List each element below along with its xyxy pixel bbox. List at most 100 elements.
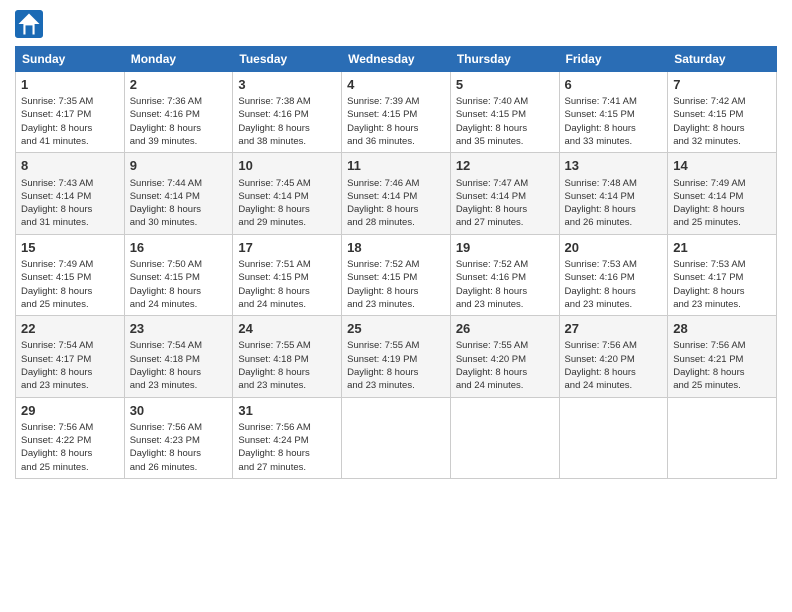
day-info-line: Sunrise: 7:54 AM xyxy=(130,339,228,352)
day-info-line: and 25 minutes. xyxy=(21,461,119,474)
week-row-1: 1Sunrise: 7:35 AMSunset: 4:17 PMDaylight… xyxy=(16,72,777,153)
logo xyxy=(15,10,47,38)
day-number: 9 xyxy=(130,157,228,175)
calendar-cell: 18Sunrise: 7:52 AMSunset: 4:15 PMDayligh… xyxy=(342,234,451,315)
header-day-friday: Friday xyxy=(559,47,668,72)
day-info-line: Sunset: 4:24 PM xyxy=(238,434,336,447)
day-info-line: Sunrise: 7:50 AM xyxy=(130,258,228,271)
day-number: 18 xyxy=(347,239,445,257)
day-number: 29 xyxy=(21,402,119,420)
page-container: SundayMondayTuesdayWednesdayThursdayFrid… xyxy=(0,0,792,489)
day-info-line: and 23 minutes. xyxy=(673,298,771,311)
day-info-line: Sunrise: 7:55 AM xyxy=(347,339,445,352)
calendar-cell: 22Sunrise: 7:54 AMSunset: 4:17 PMDayligh… xyxy=(16,316,125,397)
day-number: 12 xyxy=(456,157,554,175)
calendar-cell: 23Sunrise: 7:54 AMSunset: 4:18 PMDayligh… xyxy=(124,316,233,397)
day-info-line: Sunset: 4:15 PM xyxy=(21,271,119,284)
day-number: 4 xyxy=(347,76,445,94)
day-info-line: Daylight: 8 hours xyxy=(21,366,119,379)
day-number: 24 xyxy=(238,320,336,338)
day-number: 26 xyxy=(456,320,554,338)
day-info-line: Daylight: 8 hours xyxy=(130,122,228,135)
day-info-line: Sunset: 4:18 PM xyxy=(130,353,228,366)
day-info-line: Daylight: 8 hours xyxy=(347,366,445,379)
day-info-line: Daylight: 8 hours xyxy=(347,203,445,216)
day-info-line: Daylight: 8 hours xyxy=(673,366,771,379)
day-number: 31 xyxy=(238,402,336,420)
day-info-line: and 23 minutes. xyxy=(565,298,663,311)
day-info-line: Sunrise: 7:53 AM xyxy=(673,258,771,271)
day-info-line: Sunrise: 7:46 AM xyxy=(347,177,445,190)
calendar-cell: 19Sunrise: 7:52 AMSunset: 4:16 PMDayligh… xyxy=(450,234,559,315)
week-row-3: 15Sunrise: 7:49 AMSunset: 4:15 PMDayligh… xyxy=(16,234,777,315)
day-info-line: Daylight: 8 hours xyxy=(565,366,663,379)
day-info-line: and 23 minutes. xyxy=(21,379,119,392)
day-number: 25 xyxy=(347,320,445,338)
day-info-line: Sunset: 4:22 PM xyxy=(21,434,119,447)
week-row-2: 8Sunrise: 7:43 AMSunset: 4:14 PMDaylight… xyxy=(16,153,777,234)
day-info-line: Daylight: 8 hours xyxy=(347,285,445,298)
calendar-cell: 28Sunrise: 7:56 AMSunset: 4:21 PMDayligh… xyxy=(668,316,777,397)
day-info-line: Daylight: 8 hours xyxy=(21,203,119,216)
day-info-line: and 30 minutes. xyxy=(130,216,228,229)
header-day-monday: Monday xyxy=(124,47,233,72)
day-info-line: Sunset: 4:14 PM xyxy=(565,190,663,203)
day-info-line: Daylight: 8 hours xyxy=(565,122,663,135)
day-info-line: Sunrise: 7:49 AM xyxy=(21,258,119,271)
header-day-thursday: Thursday xyxy=(450,47,559,72)
day-info-line: and 23 minutes. xyxy=(347,379,445,392)
day-info-line: Sunrise: 7:56 AM xyxy=(238,421,336,434)
calendar-table: SundayMondayTuesdayWednesdayThursdayFrid… xyxy=(15,46,777,479)
day-number: 8 xyxy=(21,157,119,175)
header-day-tuesday: Tuesday xyxy=(233,47,342,72)
day-number: 16 xyxy=(130,239,228,257)
day-info-line: Sunset: 4:14 PM xyxy=(347,190,445,203)
calendar-cell: 6Sunrise: 7:41 AMSunset: 4:15 PMDaylight… xyxy=(559,72,668,153)
day-info-line: Daylight: 8 hours xyxy=(238,285,336,298)
day-info-line: Sunrise: 7:56 AM xyxy=(130,421,228,434)
calendar-cell xyxy=(668,397,777,478)
day-number: 17 xyxy=(238,239,336,257)
day-info-line: Sunset: 4:15 PM xyxy=(456,108,554,121)
calendar-cell: 8Sunrise: 7:43 AMSunset: 4:14 PMDaylight… xyxy=(16,153,125,234)
day-info-line: Sunrise: 7:39 AM xyxy=(347,95,445,108)
header-day-saturday: Saturday xyxy=(668,47,777,72)
day-info-line: Daylight: 8 hours xyxy=(456,203,554,216)
calendar-cell: 11 Sunrise: 7:46 AMSunset: 4:14 PMDayligh… xyxy=(342,153,451,234)
header-day-wednesday: Wednesday xyxy=(342,47,451,72)
day-info-line: Sunset: 4:15 PM xyxy=(347,108,445,121)
day-number: 21 xyxy=(673,239,771,257)
day-number: 28 xyxy=(673,320,771,338)
day-info-line: and 23 minutes. xyxy=(238,379,336,392)
day-info-line: Sunset: 4:23 PM xyxy=(130,434,228,447)
day-info-line: and 41 minutes. xyxy=(21,135,119,148)
day-info-line: Sunset: 4:16 PM xyxy=(565,271,663,284)
day-info-line: Sunset: 4:15 PM xyxy=(130,271,228,284)
day-info-line: and 32 minutes. xyxy=(673,135,771,148)
day-info-line: Daylight: 8 hours xyxy=(21,122,119,135)
day-info-line: Sunrise: 7:36 AM xyxy=(130,95,228,108)
day-info-line: and 23 minutes. xyxy=(347,298,445,311)
logo-icon xyxy=(15,10,43,38)
day-info-line: Sunset: 4:21 PM xyxy=(673,353,771,366)
day-info-line: Sunset: 4:15 PM xyxy=(565,108,663,121)
day-info-line: Sunset: 4:17 PM xyxy=(21,353,119,366)
day-info-line: and 25 minutes. xyxy=(673,379,771,392)
day-info-line: and 27 minutes. xyxy=(238,461,336,474)
day-info-line: and 24 minutes. xyxy=(130,298,228,311)
day-info-line: Sunset: 4:14 PM xyxy=(238,190,336,203)
day-number: 11 xyxy=(347,157,445,175)
day-info-line: Sunset: 4:17 PM xyxy=(21,108,119,121)
day-info-line: Sunset: 4:17 PM xyxy=(673,271,771,284)
day-info-line: Daylight: 8 hours xyxy=(565,203,663,216)
day-info-line: Sunset: 4:20 PM xyxy=(456,353,554,366)
calendar-cell: 20Sunrise: 7:53 AMSunset: 4:16 PMDayligh… xyxy=(559,234,668,315)
day-info-line: Daylight: 8 hours xyxy=(238,203,336,216)
day-number: 14 xyxy=(673,157,771,175)
day-info-line: Sunset: 4:15 PM xyxy=(673,108,771,121)
day-info-line: Sunrise: 7:56 AM xyxy=(673,339,771,352)
calendar-cell: 31Sunrise: 7:56 AMSunset: 4:24 PMDayligh… xyxy=(233,397,342,478)
day-info-line: Sunset: 4:16 PM xyxy=(238,108,336,121)
day-number: 3 xyxy=(238,76,336,94)
day-info-line: Sunrise: 7:54 AM xyxy=(21,339,119,352)
